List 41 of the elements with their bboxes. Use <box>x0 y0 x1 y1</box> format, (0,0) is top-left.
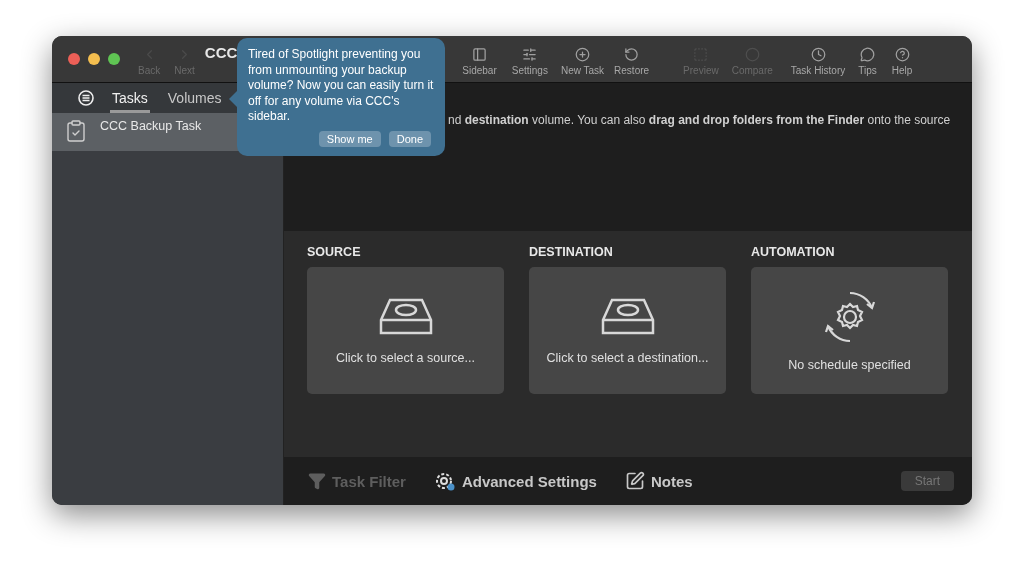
instructions-text: nd destination volume. You can also drag and drop folders from the Finder onto the source <box>448 112 952 129</box>
toolbar-button[interactable]: New Task <box>560 42 605 76</box>
selector-card[interactable]: Click to select a destination... <box>529 267 726 394</box>
plus-icon <box>575 46 590 62</box>
help-icon <box>894 46 910 62</box>
selector-card[interactable]: Click to select a source... <box>307 267 504 394</box>
restore-icon <box>624 46 640 62</box>
sidebar-icon <box>472 46 488 62</box>
selector-label: Click to select a destination... <box>546 350 709 365</box>
menu-icon[interactable] <box>78 90 94 106</box>
popover-button[interactable]: Done <box>388 131 431 147</box>
popover-button[interactable]: Show me <box>318 131 381 147</box>
selector-card[interactable]: No schedule specified <box>751 267 948 394</box>
close-icon[interactable] <box>68 53 80 65</box>
footer-button[interactable]: Notes <box>624 471 693 491</box>
drive-icon <box>377 296 434 337</box>
toolbar-button[interactable]: Tips <box>858 42 877 76</box>
drive-icon <box>599 296 656 337</box>
toolbar-button[interactable]: Sidebar <box>462 42 497 76</box>
note-icon <box>624 471 645 491</box>
gear-icon <box>822 289 877 344</box>
sliders-icon <box>522 46 538 62</box>
task-icon <box>64 119 88 143</box>
sidebar-tab[interactable]: Volumes <box>165 86 224 113</box>
toolbar-button[interactable]: Task History <box>790 42 846 76</box>
section-heading: DESTINATION <box>529 245 614 259</box>
gear-icon <box>433 470 456 492</box>
toolbar-button[interactable]: Restore <box>614 42 650 76</box>
minimize-icon[interactable] <box>88 53 100 65</box>
selector-label: Click to select a source... <box>336 350 475 365</box>
section-heading: SOURCE <box>307 245 362 259</box>
selector-label: No schedule specified <box>788 357 911 372</box>
window-title: CCC <box>204 43 238 61</box>
footer-button[interactable]: Advanced Settings <box>433 470 597 492</box>
toolbar-button[interactable]: Settings <box>511 42 548 76</box>
section-heading: AUTOMATION <box>751 245 836 259</box>
clock-icon <box>810 46 826 62</box>
toolbar-button[interactable]: Help <box>891 42 913 76</box>
filter-icon <box>308 472 326 490</box>
zoom-icon[interactable] <box>108 53 120 65</box>
speech-bubble-icon <box>860 46 876 62</box>
